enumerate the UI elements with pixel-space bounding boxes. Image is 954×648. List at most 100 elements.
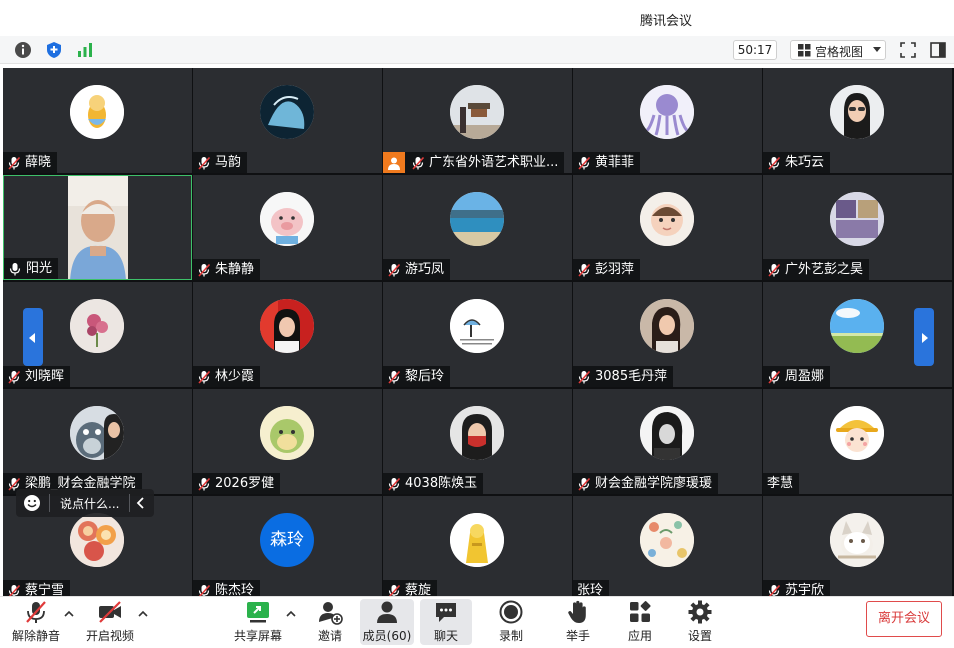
participant-tile[interactable]: 彭羽萍 bbox=[573, 175, 762, 280]
leave-meeting-button[interactable]: 离开会议 bbox=[866, 601, 942, 637]
raised-hand-user-icon bbox=[383, 152, 405, 173]
muted-mic-icon bbox=[198, 477, 211, 491]
video-options-chevron-icon[interactable] bbox=[138, 609, 148, 619]
avatar bbox=[830, 406, 884, 460]
participant-name: 游巧凤 bbox=[405, 262, 445, 277]
participant-nameplate: 4038陈焕玉 bbox=[383, 473, 484, 494]
participant-nameplate: 黄菲菲 bbox=[573, 152, 641, 173]
members-icon bbox=[377, 601, 397, 623]
avatar bbox=[70, 513, 124, 567]
participant-name: 马韵 bbox=[215, 155, 242, 170]
participant-nameplate: 马韵 bbox=[193, 152, 248, 173]
participant-tile[interactable]: 广外艺彭之昊 bbox=[763, 175, 952, 280]
participant-tile[interactable]: 黄菲菲 bbox=[573, 68, 762, 173]
record-label: 录制 bbox=[498, 629, 523, 643]
members-button[interactable]: 成员(60) bbox=[360, 599, 414, 645]
audio-options-chevron-icon[interactable] bbox=[64, 609, 74, 619]
settings-button[interactable]: 设置 bbox=[674, 599, 726, 645]
participant-nameplate: 朱静静 bbox=[193, 259, 261, 280]
participant-tile[interactable]: 林少霞 bbox=[193, 282, 382, 387]
grid-view-icon bbox=[798, 44, 811, 57]
chevron-down-icon bbox=[873, 47, 881, 52]
unmute-button[interactable]: 解除静音 bbox=[10, 599, 62, 645]
avatar bbox=[830, 513, 884, 567]
start-video-button[interactable]: 开启视频 bbox=[82, 599, 138, 645]
participant-name: 4038陈焕玉 bbox=[405, 476, 478, 491]
meeting-toolbar: 解除静音 开启视频 共享屏幕 邀请 成员(60) 聊天 录制 举手 应用 设置 … bbox=[0, 596, 954, 648]
participant-name: 财会金融学院廖瑗瑗 bbox=[595, 476, 713, 491]
record-icon bbox=[499, 600, 523, 624]
avatar bbox=[640, 85, 694, 139]
participant-nameplate: 林少霞 bbox=[193, 366, 261, 387]
participant-tile[interactable]: 马韵 bbox=[193, 68, 382, 173]
participant-tile[interactable]: 森玲 陈杰玲 bbox=[193, 496, 382, 601]
participant-name: 黎后玲 bbox=[405, 369, 445, 384]
avatar: 森玲 bbox=[260, 513, 314, 567]
side-panel-icon[interactable] bbox=[929, 41, 947, 59]
share-screen-label: 共享屏幕 bbox=[233, 629, 282, 643]
window-title: 腾讯会议 bbox=[639, 14, 692, 29]
participant-tile[interactable]: 4038陈焕玉 bbox=[383, 389, 572, 494]
record-button[interactable]: 录制 bbox=[485, 599, 537, 645]
participant-tile[interactable]: 2026罗健 bbox=[193, 389, 382, 494]
quick-chat-popup[interactable]: 说点什么... bbox=[16, 489, 154, 517]
muted-mic-icon bbox=[26, 601, 46, 623]
add-user-icon bbox=[319, 602, 343, 625]
participant-tile[interactable]: 梁鹏_财会金融学院 bbox=[3, 389, 192, 494]
avatar bbox=[260, 85, 314, 139]
security-shield-icon[interactable] bbox=[45, 41, 63, 59]
participant-tile[interactable]: 财会金融学院廖瑗瑗 bbox=[573, 389, 762, 494]
chat-input-placeholder[interactable]: 说点什么... bbox=[60, 495, 119, 512]
participant-nameplate: 广外艺彭之昊 bbox=[763, 259, 870, 280]
emoji-icon[interactable] bbox=[23, 494, 41, 512]
participant-tile[interactable]: 薛晓 bbox=[3, 68, 192, 173]
meeting-window: 腾讯会议 50:17 宫格视图 薛晓 马韵 广东省外语艺术职业... 黄菲菲 朱巧云阳光… bbox=[0, 0, 954, 648]
avatar bbox=[260, 406, 314, 460]
participant-name: 2026罗健 bbox=[215, 476, 275, 491]
share-screen-button[interactable]: 共享屏幕 bbox=[232, 599, 284, 645]
participant-name: 刘晓晖 bbox=[25, 369, 65, 384]
muted-mic-icon bbox=[198, 370, 211, 384]
muted-mic-icon bbox=[768, 370, 781, 384]
chevron-right-icon bbox=[922, 333, 928, 343]
participant-tile[interactable]: 广东省外语艺术职业... bbox=[383, 68, 572, 173]
participant-tile[interactable]: 朱巧云 bbox=[763, 68, 952, 173]
avatar bbox=[260, 299, 314, 353]
mic-icon bbox=[9, 262, 21, 275]
view-mode-dropdown[interactable]: 宫格视图 bbox=[790, 40, 886, 60]
participant-name: 广东省外语艺术职业... bbox=[429, 155, 559, 170]
collapse-chevron-icon[interactable] bbox=[136, 497, 146, 509]
participant-name: 朱巧云 bbox=[785, 155, 825, 170]
participant-name: 朱静静 bbox=[215, 262, 255, 277]
meeting-timer: 50:17 bbox=[733, 40, 777, 60]
title-bar: 腾讯会议 bbox=[0, 0, 954, 36]
signal-strength-icon[interactable] bbox=[76, 41, 94, 59]
grid-prev-page-button[interactable] bbox=[23, 308, 43, 366]
fullscreen-icon[interactable] bbox=[899, 41, 917, 59]
participant-video bbox=[68, 176, 128, 279]
muted-mic-icon bbox=[8, 156, 21, 170]
muted-mic-icon bbox=[578, 477, 591, 491]
invite-button[interactable]: 邀请 bbox=[304, 599, 356, 645]
avatar bbox=[450, 192, 504, 246]
participant-tile[interactable]: 苏宇欣 bbox=[763, 496, 952, 601]
participant-nameplate: 游巧凤 bbox=[383, 259, 451, 280]
participant-tile[interactable]: 阳光 bbox=[3, 175, 192, 280]
participant-tile[interactable]: 张玲 bbox=[573, 496, 762, 601]
share-options-chevron-icon[interactable] bbox=[286, 609, 296, 619]
participant-tile[interactable]: 朱静静 bbox=[193, 175, 382, 280]
participant-tile[interactable]: 黎后玲 bbox=[383, 282, 572, 387]
participant-tile[interactable]: 3085毛丹萍 bbox=[573, 282, 762, 387]
muted-mic-icon bbox=[768, 156, 781, 170]
avatar bbox=[830, 192, 884, 246]
participant-tile[interactable]: 蔡旋 bbox=[383, 496, 572, 601]
avatar bbox=[70, 406, 124, 460]
participant-tile[interactable]: 游巧凤 bbox=[383, 175, 572, 280]
info-icon[interactable] bbox=[14, 41, 32, 59]
raise-hand-button[interactable]: 举手 bbox=[552, 599, 604, 645]
participant-tile[interactable]: 李慧 bbox=[763, 389, 952, 494]
apps-button[interactable]: 应用 bbox=[614, 599, 666, 645]
grid-next-page-button[interactable] bbox=[914, 308, 934, 366]
muted-mic-icon bbox=[198, 263, 211, 277]
chat-button[interactable]: 聊天 bbox=[420, 599, 472, 645]
